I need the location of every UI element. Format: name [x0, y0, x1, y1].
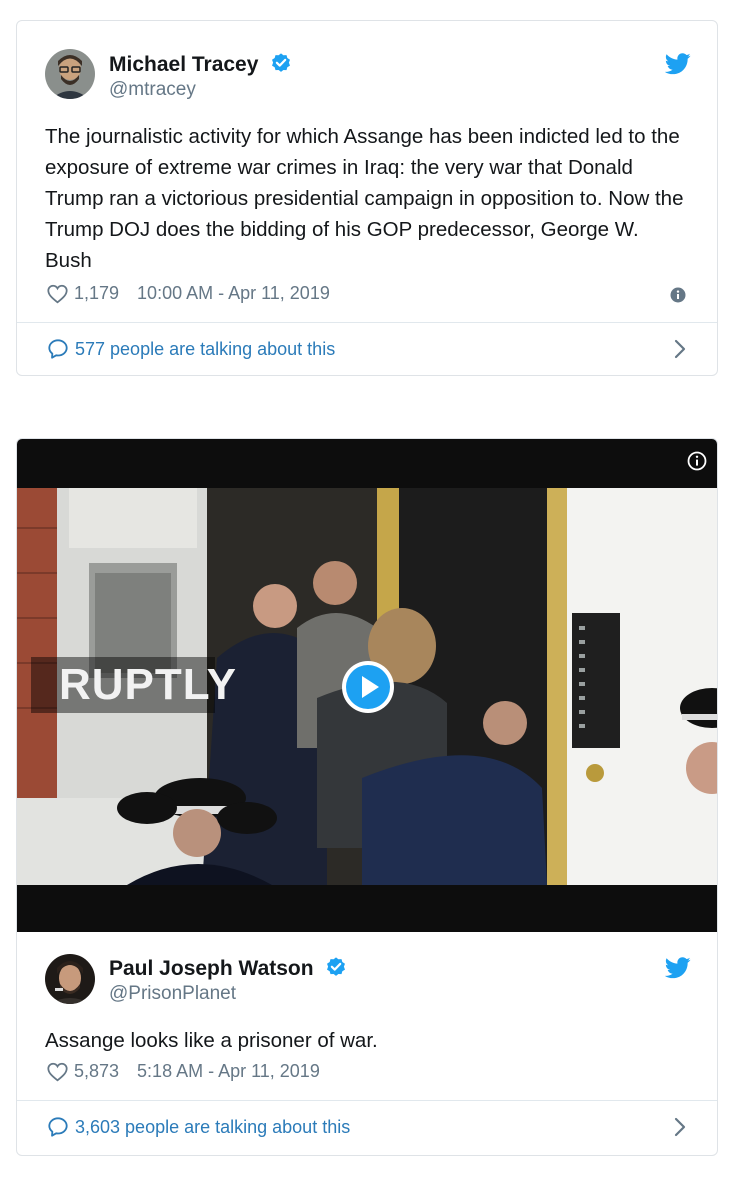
video-watermark: RUPTLY [31, 657, 236, 713]
avatar[interactable] [45, 954, 95, 1004]
chevron-right-icon[interactable] [673, 339, 687, 359]
tweet-text: Assange looks like a prisoner of war. [45, 1029, 378, 1052]
twitter-bird-icon[interactable] [665, 957, 691, 979]
tweet-meta: 5,873 5:18 AM - Apr 11, 2019 [47, 1061, 320, 1082]
play-icon[interactable] [340, 659, 396, 715]
verified-badge-icon [272, 53, 291, 72]
info-icon[interactable] [670, 287, 686, 303]
divider [17, 322, 717, 323]
author-handle[interactable]: @mtracey [109, 79, 196, 101]
divider [17, 1100, 717, 1101]
author-name-row[interactable]: Paul Joseph Watson [109, 956, 347, 981]
timestamp[interactable]: 5:18 AM - Apr 11, 2019 [137, 1061, 320, 1082]
verified-badge-icon [327, 957, 346, 976]
conversation-link[interactable]: 3,603 people are talking about this [47, 1116, 350, 1138]
video-player[interactable]: RUPTLY [17, 439, 717, 932]
author-name[interactable]: Michael Tracey [109, 53, 258, 76]
tweet-text: The journalistic activity for which Assa… [45, 125, 684, 272]
twitter-bird-icon[interactable] [665, 53, 691, 75]
reply-bubble-icon [48, 1117, 68, 1137]
conversation-link[interactable]: 577 people are talking about this [47, 338, 335, 360]
video-info-icon[interactable] [687, 451, 707, 471]
tweet-card-1[interactable]: Michael Tracey @mtracey The journalistic… [16, 20, 718, 376]
like-count[interactable]: 5,873 [74, 1061, 119, 1082]
author-name-row[interactable]: Michael Tracey [109, 52, 292, 77]
avatar-image-icon [45, 49, 95, 99]
reply-bubble-icon [48, 339, 68, 359]
tweet-card-2[interactable]: RUPTLY Paul Joseph Watson @PrisonPlanet … [16, 438, 718, 1156]
avatar-image-icon [45, 954, 95, 1004]
conversation-count[interactable]: 3,603 people are talking about this [75, 1117, 350, 1138]
avatar[interactable] [45, 49, 95, 99]
tweet-meta: 1,179 10:00 AM - Apr 11, 2019 [47, 283, 330, 304]
timestamp[interactable]: 10:00 AM - Apr 11, 2019 [137, 283, 330, 304]
author-handle[interactable]: @PrisonPlanet [109, 983, 236, 1005]
heart-icon[interactable] [47, 1062, 68, 1082]
author-name[interactable]: Paul Joseph Watson [109, 957, 314, 980]
chevron-right-icon[interactable] [673, 1117, 687, 1137]
like-count[interactable]: 1,179 [74, 283, 119, 304]
heart-icon[interactable] [47, 284, 68, 304]
conversation-count[interactable]: 577 people are talking about this [75, 339, 335, 360]
